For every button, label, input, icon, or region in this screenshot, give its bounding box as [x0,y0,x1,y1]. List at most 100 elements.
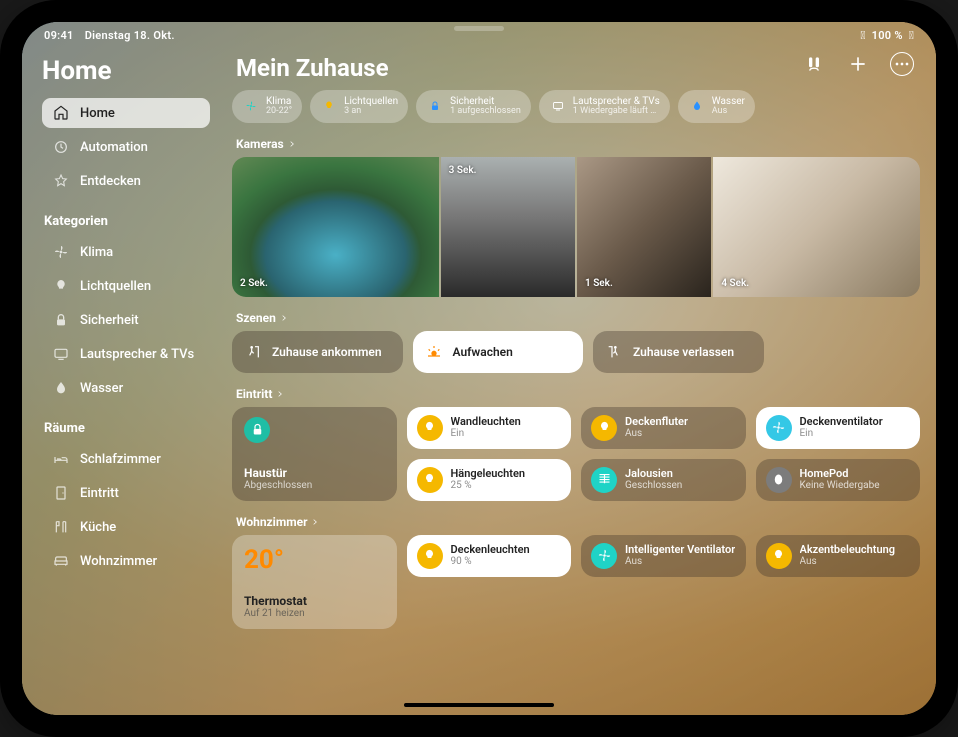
tile-ceiling-fan[interactable]: DeckenventilatorEin [756,407,921,449]
app-root: Home Home Automation Entdecken Kategorie… [22,22,936,715]
home-icon [52,104,70,122]
section-wohnzimmer-header[interactable]: Wohnzimmer [236,515,920,529]
sidebar-item-label: Klima [80,245,113,260]
sofa-icon [52,552,70,570]
camera-tile[interactable]: 3 Sek. [441,157,575,297]
fan-icon [766,415,792,441]
tile-homepod[interactable]: HomePodKeine Wiedergabe [756,459,921,501]
thermostat-value: 20° [244,545,284,575]
fan-icon [52,243,70,261]
sidebar-item-automation[interactable]: Automation [42,132,210,162]
automation-icon [52,138,70,156]
tile-blinds[interactable]: JalousienGeschlossen [581,459,746,501]
tv-icon [549,97,567,115]
chevron-right-icon [280,314,288,322]
scene-leave-home[interactable]: Zuhause verlassen [593,331,764,373]
more-button[interactable] [890,52,914,76]
sidebar-item-label: Home [80,106,115,121]
sidebar-item-label: Sicherheit [80,313,139,328]
lock-icon [52,311,70,329]
lock-icon [426,97,444,115]
intercom-button[interactable] [802,52,826,76]
screen: 09:41 Dienstag 18. Okt. 􀙇 100 % 􀛨 Home H… [22,22,936,715]
sidebar-item-security[interactable]: Sicherheit [42,305,210,335]
door-icon [52,484,70,502]
eintritt-grid: Haustür Abgeschlossen WandleuchtenEin De… [232,407,920,501]
sidebar-item-label: Entdecken [80,174,141,189]
lock-icon [244,417,270,443]
bulb-icon [320,97,338,115]
section-scenes-header[interactable]: Szenen [236,311,920,325]
main-content: Mein Zuhause Klima20-22° Lichtquellen3 a… [222,46,936,715]
sidebar-item-label: Wohnzimmer [80,554,157,569]
blinds-icon [591,467,617,493]
chevron-right-icon [288,140,296,148]
drop-icon [52,379,70,397]
camera-tile[interactable]: 1 Sek. [577,157,711,297]
chip-water[interactable]: WasserAus [678,90,755,123]
tile-thermostat[interactable]: 20° Thermostat Auf 21 heizen [232,535,397,629]
tv-icon [52,345,70,363]
fan-icon [242,97,260,115]
tile-floor-lamp[interactable]: DeckenfluterAus [581,407,746,449]
chevron-right-icon [276,390,284,398]
chevron-right-icon [311,518,319,526]
scenes-row: Zuhause ankommen Aufwachen Zuhause verla… [232,331,920,373]
add-button[interactable] [846,52,870,76]
sidebar-item-label: Automation [80,140,148,155]
section-eintritt-header[interactable]: Eintritt [236,387,920,401]
bulb-icon [417,543,443,569]
sidebar-categories-header: Kategorien [44,214,210,229]
camera-tile[interactable]: 4 Sek. [713,157,920,297]
chip-security[interactable]: Sicherheit1 aufgeschlossen [416,90,531,123]
section-cameras-header[interactable]: Kameras [236,137,920,151]
sunrise-icon [425,343,443,361]
arrive-icon [244,343,262,361]
chip-climate[interactable]: Klima20-22° [232,90,302,123]
fan-icon [591,543,617,569]
bulb-icon [52,277,70,295]
sidebar-rooms-header: Räume [44,421,210,436]
cameras-strip: 2 Sek. 3 Sek. 1 Sek. 4 Sek. [232,157,920,297]
star-icon [52,172,70,190]
sidebar-item-speakers-tvs[interactable]: Lautsprecher & TVs [42,339,210,369]
scene-arrive-home[interactable]: Zuhause ankommen [232,331,403,373]
sidebar-item-label: Lichtquellen [80,279,151,294]
wohnzimmer-grid: 20° Thermostat Auf 21 heizen Deckenleuch… [232,535,920,629]
leave-icon [605,343,623,361]
tile-wall-lights[interactable]: WandleuchtenEin [407,407,572,449]
chip-speakers-tvs[interactable]: Lautsprecher & TVs1 Wiedergabe läuft … [539,90,670,123]
category-chips: Klima20-22° Lichtquellen3 an Sicherheit1… [232,90,920,123]
device-frame: 09:41 Dienstag 18. Okt. 􀙇 100 % 􀛨 Home H… [0,0,958,737]
bed-icon [52,450,70,468]
tile-pendant-lights[interactable]: Hängeleuchten25 % [407,459,572,501]
tile-front-door[interactable]: Haustür Abgeschlossen [232,407,397,501]
home-indicator[interactable] [404,703,554,707]
tile-accent-lighting[interactable]: AkzentbeleuchtungAus [756,535,921,577]
sidebar-item-kitchen[interactable]: Küche [42,512,210,542]
sidebar-item-label: Küche [80,520,116,535]
sidebar-item-lights[interactable]: Lichtquellen [42,271,210,301]
bulb-icon [417,467,443,493]
kitchen-icon [52,518,70,536]
tile-smart-fan[interactable]: Intelligenter VentilatorAus [581,535,746,577]
header-actions [802,52,914,76]
sidebar-item-bedroom[interactable]: Schlafzimmer [42,444,210,474]
sidebar-item-label: Wasser [80,381,123,396]
tile-ceiling-lights[interactable]: Deckenleuchten90 % [407,535,572,577]
sidebar-item-home[interactable]: Home [42,98,210,128]
scene-wake-up[interactable]: Aufwachen [413,331,584,373]
sidebar-item-label: Lautsprecher & TVs [80,347,194,362]
sidebar-item-entry[interactable]: Eintritt [42,478,210,508]
sidebar-item-label: Eintritt [80,486,119,501]
sidebar: Home Home Automation Entdecken Kategorie… [22,46,222,715]
drop-icon [688,97,706,115]
sidebar-item-discover[interactable]: Entdecken [42,166,210,196]
chip-lights[interactable]: Lichtquellen3 an [310,90,408,123]
sidebar-item-climate[interactable]: Klima [42,237,210,267]
bulb-icon [417,415,443,441]
camera-tile[interactable]: 2 Sek. [232,157,439,297]
sidebar-item-livingroom[interactable]: Wohnzimmer [42,546,210,576]
sidebar-item-label: Schlafzimmer [80,452,161,467]
sidebar-item-water[interactable]: Wasser [42,373,210,403]
